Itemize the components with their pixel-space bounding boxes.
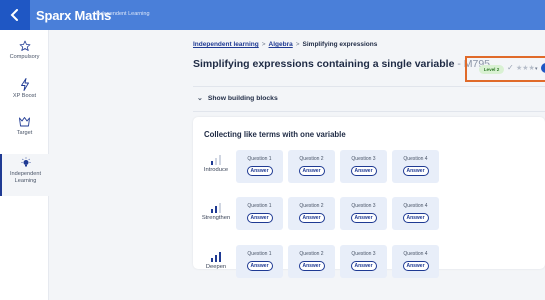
- question-label: Question 2: [299, 156, 324, 162]
- answer-button[interactable]: Answer: [402, 261, 429, 271]
- chevron-down-icon: ⌄: [197, 95, 203, 102]
- sidebar: Compulsory XP Boost Target Independent L…: [0, 30, 49, 300]
- lightbulb-icon: [21, 157, 30, 167]
- divider: [193, 111, 545, 112]
- question-tile[interactable]: Question 1 Answer: [236, 150, 283, 183]
- answer-button[interactable]: Answer: [402, 166, 429, 176]
- sidebar-item-independent-learning[interactable]: Independent Learning: [0, 154, 49, 196]
- help-button[interactable]: [541, 63, 545, 73]
- question-tile[interactable]: Question 2 Answer: [288, 150, 335, 183]
- answer-button[interactable]: Answer: [350, 213, 377, 223]
- question-tile[interactable]: Question 4 Answer: [392, 150, 439, 183]
- level-bars-icon: [210, 252, 222, 262]
- question-tile[interactable]: Question 3 Answer: [340, 245, 387, 278]
- row-label-deepen: Deepen: [198, 252, 234, 270]
- question-label: Question 3: [351, 251, 376, 257]
- question-label: Question 1: [247, 251, 272, 257]
- question-tile[interactable]: Question 4 Answer: [392, 197, 439, 230]
- breadcrumb-separator: >: [261, 41, 266, 48]
- breadcrumb-separator: >: [295, 41, 300, 48]
- sidebar-item-label: Compulsory: [9, 54, 40, 60]
- question-label: Question 3: [351, 156, 376, 162]
- question-tile[interactable]: Question 1 Answer: [236, 197, 283, 230]
- question-tile[interactable]: Question 2 Answer: [288, 197, 335, 230]
- page-title-text: Simplifying expressions containing a sin…: [193, 58, 455, 70]
- question-tile[interactable]: Question 1 Answer: [236, 245, 283, 278]
- divider: [193, 86, 545, 87]
- question-label: Question 2: [299, 203, 324, 209]
- question-label: Question 1: [247, 156, 272, 162]
- back-button[interactable]: [0, 0, 30, 30]
- answer-button[interactable]: Answer: [402, 213, 429, 223]
- question-label: Question 4: [403, 251, 428, 257]
- level-bars-icon: [210, 203, 222, 213]
- answer-button[interactable]: Answer: [246, 261, 273, 271]
- question-label: Question 2: [299, 251, 324, 257]
- sidebar-item-compulsory[interactable]: Compulsory: [0, 40, 49, 74]
- target-icon: [19, 117, 30, 127]
- answer-button[interactable]: Answer: [246, 213, 273, 223]
- sidebar-item-label: Target: [16, 130, 33, 136]
- question-tile[interactable]: Question 3 Answer: [340, 150, 387, 183]
- question-label: Question 4: [403, 156, 428, 162]
- question-label: Question 4: [403, 203, 428, 209]
- question-label: Question 3: [351, 203, 376, 209]
- question-tile[interactable]: Question 4 Answer: [392, 245, 439, 278]
- show-building-blocks-toggle[interactable]: ⌄ Show building blocks: [197, 94, 278, 103]
- top-bar: Sparx Maths Independent Learning: [0, 0, 545, 30]
- question-tile[interactable]: Question 3 Answer: [340, 197, 387, 230]
- sidebar-item-target[interactable]: Target: [0, 116, 49, 150]
- breadcrumb-current: Simplifying expressions: [302, 41, 378, 48]
- rating-stars[interactable]: ★★★: [516, 64, 535, 72]
- sidebar-item-label: Independent Learning: [9, 171, 42, 184]
- check-icon: ✓: [507, 63, 514, 72]
- answer-button[interactable]: Answer: [298, 261, 325, 271]
- row-label-text: Deepen: [205, 264, 227, 270]
- star-outline-icon: [19, 40, 30, 51]
- section-title: Collecting like terms with one variable: [204, 130, 346, 139]
- question-label: Question 1: [247, 203, 272, 209]
- chevron-left-icon: [10, 9, 18, 21]
- row-label-introduce: Introduce: [198, 155, 234, 173]
- answer-button[interactable]: Answer: [350, 261, 377, 271]
- page-title: Simplifying expressions containing a sin…: [193, 58, 490, 70]
- level-bars-icon: [210, 155, 222, 165]
- level-badge: Level 2: [479, 65, 504, 74]
- question-tile[interactable]: Question 2 Answer: [288, 245, 335, 278]
- row-label-text: Strengthen: [201, 215, 231, 221]
- breadcrumb-link-algebra[interactable]: Algebra: [269, 41, 293, 48]
- row-label-text: Introduce: [203, 167, 229, 173]
- answer-button[interactable]: Answer: [350, 166, 377, 176]
- breadcrumb: Independent learning > Algebra > Simplifying…: [193, 41, 377, 48]
- brand-subtitle: Independent Learning: [96, 11, 150, 17]
- answer-button[interactable]: Answer: [246, 166, 273, 176]
- row-label-strengthen: Strengthen: [198, 203, 234, 221]
- building-blocks-label: Show building blocks: [207, 94, 278, 102]
- answer-button[interactable]: Answer: [298, 166, 325, 176]
- chevron-down-icon[interactable]: ▾: [535, 66, 538, 72]
- breadcrumb-link-independent-learning[interactable]: Independent learning: [193, 41, 259, 48]
- lightning-icon: [20, 78, 29, 91]
- sidebar-item-label: XP Boost: [12, 93, 37, 99]
- answer-button[interactable]: Answer: [298, 213, 325, 223]
- sidebar-item-xp-boost[interactable]: XP Boost: [0, 78, 49, 112]
